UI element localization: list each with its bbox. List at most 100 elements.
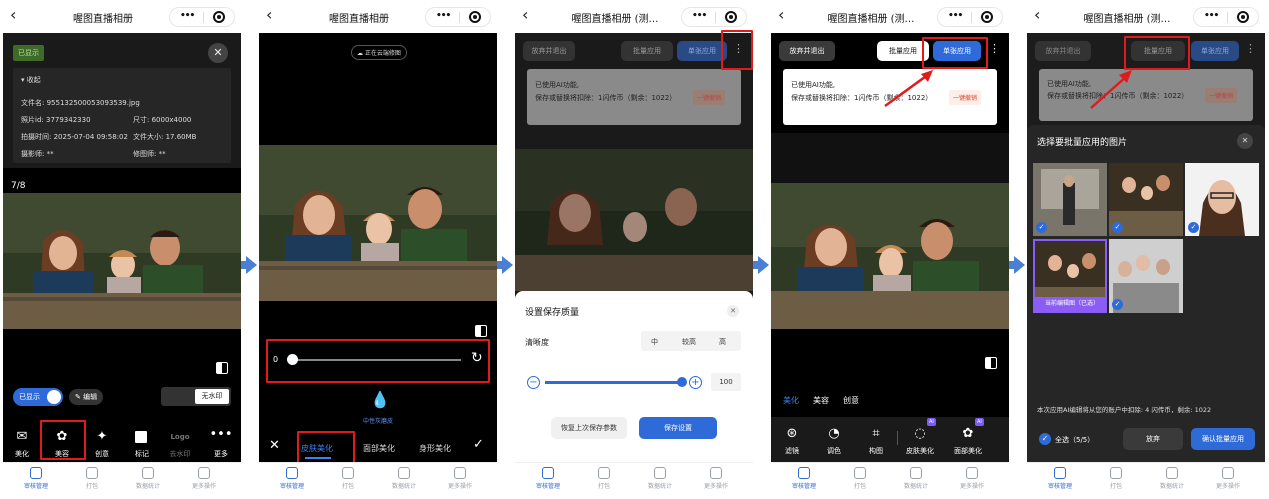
more-dots-icon[interactable]: •••: [180, 11, 195, 21]
beautify-icon[interactable]: ✉: [13, 429, 31, 444]
tab-more[interactable]: 更多操作: [1203, 467, 1253, 490]
tool-mark[interactable]: 标记: [127, 449, 157, 459]
quit-button[interactable]: 放弃并退出: [779, 41, 835, 61]
clarity-mid[interactable]: 中: [651, 337, 658, 347]
tab-stats[interactable]: 数据统计: [635, 467, 685, 490]
thumb-3[interactable]: ✓: [1185, 163, 1259, 236]
more-dots-icon[interactable]: •••: [436, 11, 451, 21]
close-icon[interactable]: ✕: [727, 305, 739, 317]
tab-review[interactable]: 审核管理: [1035, 467, 1085, 490]
tab-stats[interactable]: 数据统计: [891, 467, 941, 490]
restore-button[interactable]: 恢复上次保存参数: [551, 417, 627, 439]
tab-pack[interactable]: 打包: [579, 467, 629, 490]
close-target-icon[interactable]: [1237, 11, 1249, 23]
tab-stats[interactable]: 数据统计: [379, 467, 429, 490]
back-icon[interactable]: ‹: [1034, 6, 1040, 24]
select-all-check-icon[interactable]: ✓: [1039, 433, 1051, 445]
tab-stats[interactable]: 数据统计: [1147, 467, 1197, 490]
creative-icon[interactable]: ✦: [93, 429, 111, 444]
confirm-batch-button[interactable]: 确认批量应用: [1191, 428, 1255, 450]
check-icon[interactable]: ✓: [1112, 299, 1123, 310]
more-icon[interactable]: •••: [209, 427, 233, 442]
close-target-icon[interactable]: [469, 11, 481, 23]
check-icon[interactable]: ✓: [1112, 222, 1123, 233]
tool-crop[interactable]: 构图: [861, 446, 891, 456]
tab-more[interactable]: 更多操作: [947, 467, 997, 490]
close-target-icon[interactable]: [213, 11, 225, 23]
tab-more[interactable]: 更多操作: [691, 467, 741, 490]
clarity-high[interactable]: 高: [719, 337, 726, 347]
tab-face[interactable]: 面部美化: [363, 443, 395, 454]
collapse-toggle[interactable]: ▾ 收起: [21, 75, 41, 85]
back-icon[interactable]: ‹: [522, 6, 528, 24]
tab-review[interactable]: 审核管理: [779, 467, 829, 490]
back-icon[interactable]: ‹: [10, 6, 16, 24]
skin-icon[interactable]: ◌: [911, 426, 929, 441]
more-vert-icon[interactable]: ⋮: [1245, 42, 1256, 55]
plus-icon[interactable]: +: [689, 376, 702, 389]
minus-icon[interactable]: −: [527, 376, 540, 389]
single-apply-button[interactable]: 单张应用: [677, 41, 727, 61]
more-vert-icon[interactable]: ⋮: [989, 42, 1000, 55]
tool-filter[interactable]: 滤镜: [777, 446, 807, 456]
more-dots-icon[interactable]: •••: [948, 11, 963, 21]
undo-button[interactable]: 一键撤销: [949, 90, 982, 105]
compare-icon[interactable]: [216, 362, 228, 374]
cancel-icon[interactable]: ✕: [269, 438, 280, 453]
tool-face[interactable]: 面部美化: [951, 446, 985, 456]
show-toggle[interactable]: 已显示: [13, 388, 63, 406]
tab-more[interactable]: 更多操作: [435, 467, 485, 490]
check-icon[interactable]: ✓: [1188, 222, 1199, 233]
close-target-icon[interactable]: [725, 11, 737, 23]
quality-value[interactable]: 100: [711, 373, 741, 391]
cat-creative[interactable]: 创意: [843, 395, 859, 406]
color-icon[interactable]: ◔: [825, 426, 843, 441]
thumb-5[interactable]: ✓: [1109, 239, 1183, 313]
watermark-switch[interactable]: 无水印: [161, 387, 231, 406]
tab-pack[interactable]: 打包: [323, 467, 373, 490]
filter-icon[interactable]: ⊛: [783, 426, 801, 441]
more-dots-icon[interactable]: •••: [692, 11, 707, 21]
face-icon[interactable]: ✿: [959, 426, 977, 441]
thumb-current[interactable]: 当前编辑图（已选）: [1033, 239, 1107, 313]
undo-button[interactable]: 一键撤销: [693, 90, 726, 105]
crop-icon[interactable]: ⌗: [867, 426, 885, 441]
select-all[interactable]: 全选（5/5）: [1055, 435, 1094, 445]
quality-thumb[interactable]: [677, 377, 687, 387]
single-apply-button[interactable]: 单张应用: [1191, 41, 1239, 61]
tab-pack[interactable]: 打包: [835, 467, 885, 490]
quit-button[interactable]: 放弃并退出: [523, 41, 575, 61]
tab-pack[interactable]: 打包: [67, 467, 117, 490]
thumb-2[interactable]: ✓: [1109, 163, 1183, 236]
back-icon[interactable]: ‹: [778, 6, 784, 24]
more-dots-icon[interactable]: •••: [1204, 11, 1219, 21]
close-icon[interactable]: ✕: [208, 43, 228, 63]
clarity-higher[interactable]: 较高: [682, 337, 696, 347]
undo-button[interactable]: 一键撤销: [1205, 88, 1238, 103]
close-target-icon[interactable]: [981, 11, 993, 23]
tab-more[interactable]: 更多操作: [179, 467, 229, 490]
tool-beautify[interactable]: 美化: [7, 449, 37, 459]
confirm-icon[interactable]: ✓: [473, 437, 484, 452]
thumb-1[interactable]: ✓: [1033, 163, 1107, 236]
tab-review[interactable]: 审核管理: [11, 467, 61, 490]
tab-pack[interactable]: 打包: [1091, 467, 1141, 490]
mark-icon[interactable]: [135, 431, 147, 443]
close-icon[interactable]: ✕: [1237, 133, 1253, 149]
tool-more[interactable]: 更多: [206, 449, 236, 459]
quit-button[interactable]: 放弃并退出: [1035, 41, 1091, 61]
back-icon[interactable]: ‹: [266, 6, 272, 24]
nowatermark-option[interactable]: 无水印: [195, 389, 229, 404]
tab-review[interactable]: 审核管理: [267, 467, 317, 490]
cat-beautify[interactable]: 美化: [783, 395, 799, 406]
check-icon[interactable]: ✓: [1036, 222, 1047, 233]
tool-color[interactable]: 调色: [819, 446, 849, 456]
tab-stats[interactable]: 数据统计: [123, 467, 173, 490]
discard-button[interactable]: 放弃: [1123, 428, 1183, 450]
tab-review[interactable]: 审核管理: [523, 467, 573, 490]
tab-body[interactable]: 身形美化: [419, 443, 451, 454]
tool-skin[interactable]: 皮肤美化: [903, 446, 937, 456]
edit-button[interactable]: ✎ 编辑: [69, 389, 104, 405]
compare-icon[interactable]: [985, 357, 997, 369]
batch-apply-button[interactable]: 批量应用: [621, 41, 673, 61]
